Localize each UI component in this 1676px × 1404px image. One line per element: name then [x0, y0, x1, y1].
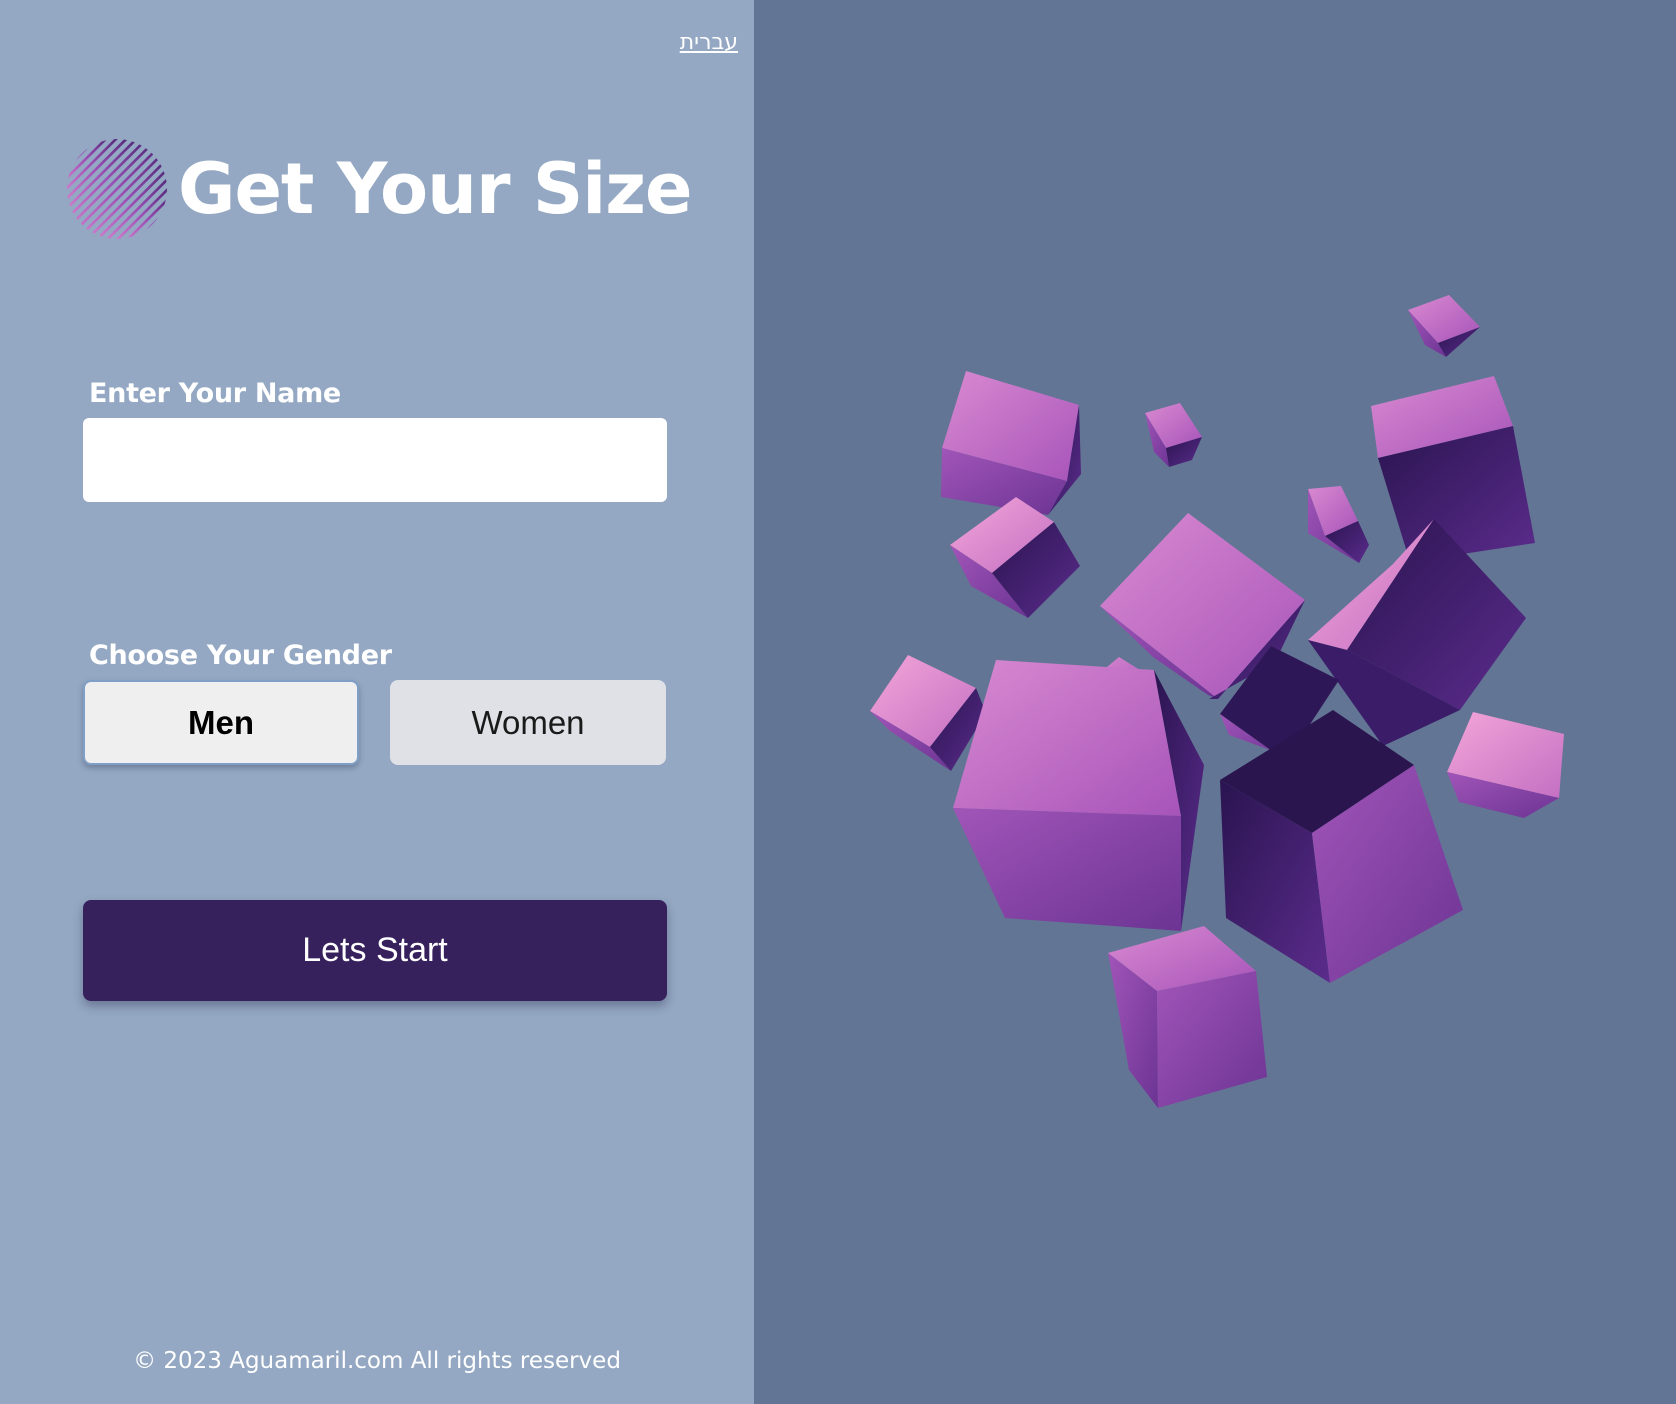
- page-title: Get Your Size: [178, 148, 692, 230]
- language-toggle-link[interactable]: עברית: [680, 30, 738, 55]
- cube-shape: [950, 497, 1080, 618]
- page: עברית Get Your Size Enter Your Name Choo…: [0, 0, 1676, 1404]
- cube-shape: [1447, 712, 1564, 818]
- footer-copyright: © 2023 Aguamaril.com All rights reserved: [133, 1348, 621, 1374]
- gender-women-button[interactable]: Women: [390, 680, 666, 765]
- name-field-label: Enter Your Name: [89, 378, 341, 409]
- form-panel: עברית Get Your Size Enter Your Name Choo…: [0, 0, 754, 1404]
- cube-shape: [1220, 710, 1463, 983]
- striped-circle-logo-icon: [67, 139, 167, 239]
- gender-men-button[interactable]: Men: [83, 680, 359, 765]
- gender-field-label: Choose Your Gender: [89, 640, 392, 671]
- cube-shape: [1308, 519, 1526, 746]
- name-input[interactable]: [83, 418, 667, 502]
- lets-start-button[interactable]: Lets Start: [83, 900, 667, 1001]
- cube-shape: [941, 371, 1081, 515]
- cube-shape: [1408, 295, 1480, 357]
- brand-header: Get Your Size: [66, 138, 692, 240]
- floating-purple-cubes-illustration: [870, 295, 1564, 1108]
- cube-shape: [953, 660, 1204, 931]
- cube-shape: [1108, 926, 1267, 1108]
- cube-shape: [1145, 403, 1202, 467]
- hero-panel: [754, 0, 1676, 1404]
- cube-shape: [870, 655, 986, 771]
- cube-shape: [1308, 486, 1369, 563]
- cube-shape: [1371, 376, 1535, 562]
